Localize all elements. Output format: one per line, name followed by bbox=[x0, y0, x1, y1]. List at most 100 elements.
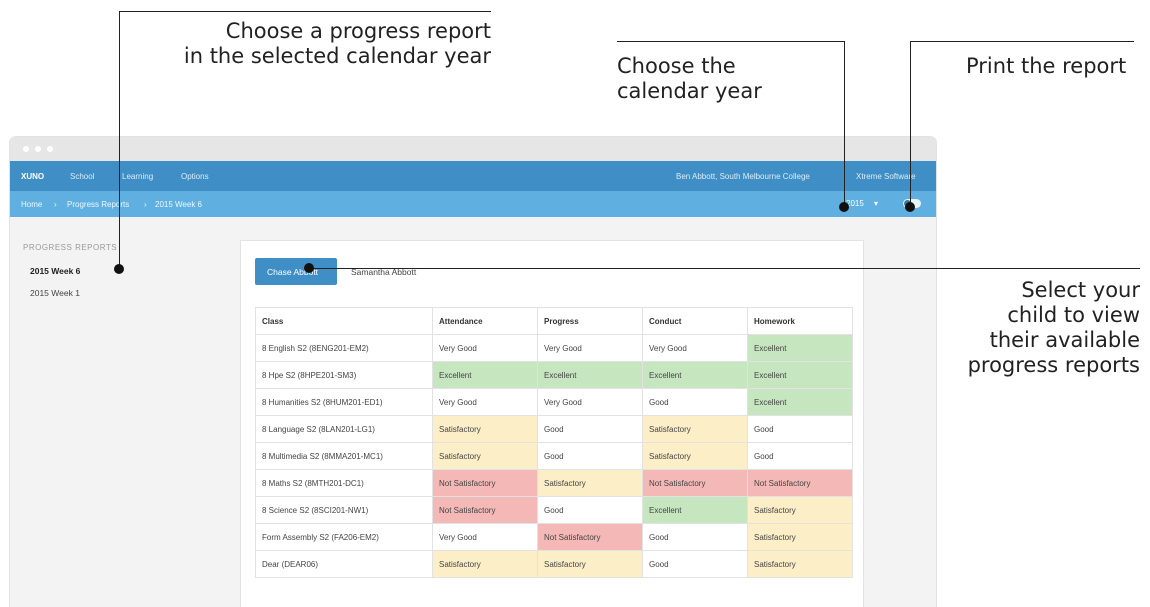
cell-progress: Very Good bbox=[537, 388, 643, 416]
breadcrumb-current: 2015 Week 6 bbox=[155, 200, 202, 209]
callout-progress-report: Choose a progress report in the selected… bbox=[175, 19, 491, 69]
breadcrumb-home[interactable]: Home bbox=[21, 200, 42, 209]
report-panel: Chase Abbott Samantha Abbott Class Atten… bbox=[240, 240, 864, 607]
nav-item-learning[interactable]: Learning bbox=[122, 172, 153, 181]
progress-table: Class Attendance Progress Conduct Homewo… bbox=[255, 307, 853, 578]
table-row: 8 Hpe S2 (8HPE201-SM3) Excellent Excellent… bbox=[255, 361, 853, 389]
window-dot-icon bbox=[47, 146, 53, 152]
cell-attendance: Not Satisfactory bbox=[432, 469, 538, 497]
sidebar-item-2015-week-6[interactable]: 2015 Week 6 bbox=[30, 266, 80, 276]
leader-line bbox=[844, 41, 845, 207]
vendor-link[interactable]: Xtreme Software bbox=[856, 172, 916, 181]
leader-line bbox=[617, 41, 844, 42]
nav-item-options[interactable]: Options bbox=[181, 172, 209, 181]
cell-class: 8 English S2 (8ENG201-EM2) bbox=[255, 334, 433, 362]
table-row: Form Assembly S2 (FA206-EM2) Very Good Not… bbox=[255, 523, 853, 551]
cell-progress: Good bbox=[537, 496, 643, 524]
cell-attendance: Very Good bbox=[432, 388, 538, 416]
pointer-dot-icon bbox=[304, 263, 314, 273]
breadcrumb-bar: Home › Progress Reports › 2015 Week 6 20… bbox=[10, 191, 936, 217]
cell-class: 8 Language S2 (8LAN201-LG1) bbox=[255, 415, 433, 443]
leader-line bbox=[910, 41, 1134, 42]
breadcrumb-separator: › bbox=[54, 200, 57, 209]
callout-line: their available bbox=[989, 328, 1140, 352]
cell-attendance: Satisfactory bbox=[432, 442, 538, 470]
cell-conduct: Excellent bbox=[642, 496, 748, 524]
callout-calendar-year: Choose the calendar year bbox=[617, 54, 762, 104]
cell-attendance: Not Satisfactory bbox=[432, 496, 538, 524]
cell-class: 8 Maths S2 (8MTH201-DC1) bbox=[255, 469, 433, 497]
col-header-attendance: Attendance bbox=[432, 307, 538, 335]
cell-homework: Satisfactory bbox=[747, 496, 853, 524]
table-row: 8 Multimedia S2 (8MMA201-MC1) Satisfactor… bbox=[255, 442, 853, 470]
table-row: 8 Maths S2 (8MTH201-DC1) Not Satisfactory… bbox=[255, 469, 853, 497]
leader-line bbox=[910, 41, 911, 207]
col-header-homework: Homework bbox=[747, 307, 853, 335]
cell-progress: Satisfactory bbox=[537, 469, 643, 497]
cell-class: 8 Hpe S2 (8HPE201-SM3) bbox=[255, 361, 433, 389]
top-navbar: XUNO School Learning Options Ben Abbott,… bbox=[10, 161, 936, 191]
leader-line bbox=[119, 11, 491, 12]
user-name[interactable]: Ben Abbott, South Melbourne College bbox=[676, 172, 810, 181]
table-row: 8 English S2 (8ENG201-EM2) Very Good Very … bbox=[255, 334, 853, 362]
callout-line: in the selected calendar year bbox=[183, 44, 491, 68]
cell-progress: Not Satisfactory bbox=[537, 523, 643, 551]
cell-conduct: Good bbox=[642, 523, 748, 551]
cell-attendance: Very Good bbox=[432, 523, 538, 551]
cell-conduct: Not Satisfactory bbox=[642, 469, 748, 497]
cell-conduct: Very Good bbox=[642, 334, 748, 362]
cell-homework: Excellent bbox=[747, 388, 853, 416]
sidebar-item-2015-week-1[interactable]: 2015 Week 1 bbox=[30, 288, 80, 298]
cell-conduct: Good bbox=[642, 388, 748, 416]
window-titlebar bbox=[10, 137, 936, 161]
cell-conduct: Satisfactory bbox=[642, 415, 748, 443]
cell-progress: Excellent bbox=[537, 361, 643, 389]
chevron-down-icon: ▾ bbox=[874, 199, 879, 208]
cell-attendance: Very Good bbox=[432, 334, 538, 362]
cell-progress: Satisfactory bbox=[537, 550, 643, 578]
cell-conduct: Good bbox=[642, 550, 748, 578]
col-header-class: Class bbox=[255, 307, 433, 335]
callout-print: Print the report bbox=[966, 54, 1126, 79]
window-dot-icon bbox=[23, 146, 29, 152]
window-dot-icon bbox=[35, 146, 41, 152]
cell-progress: Good bbox=[537, 415, 643, 443]
table-header-row: Class Attendance Progress Conduct Homewo… bbox=[255, 307, 853, 335]
cell-class: 8 Humanities S2 (8HUM201-ED1) bbox=[255, 388, 433, 416]
cell-attendance: Satisfactory bbox=[432, 415, 538, 443]
nav-item-school[interactable]: School bbox=[70, 172, 94, 181]
cell-class: 8 Multimedia S2 (8MMA201-MC1) bbox=[255, 442, 433, 470]
callout-line: Choose a progress report bbox=[225, 19, 491, 43]
pointer-dot-icon bbox=[905, 202, 915, 212]
cell-homework: Not Satisfactory bbox=[747, 469, 853, 497]
cell-class: Dear (DEAR06) bbox=[255, 550, 433, 578]
table-row: 8 Language S2 (8LAN201-LG1) Satisfactory G… bbox=[255, 415, 853, 443]
sidebar-heading: PROGRESS REPORTS bbox=[23, 243, 118, 252]
cell-homework: Excellent bbox=[747, 334, 853, 362]
cell-attendance: Excellent bbox=[432, 361, 538, 389]
leader-line bbox=[311, 268, 1140, 269]
cell-attendance: Satisfactory bbox=[432, 550, 538, 578]
tab-child-chase[interactable]: Chase Abbott bbox=[255, 258, 337, 285]
cell-conduct: Satisfactory bbox=[642, 442, 748, 470]
cell-conduct: Excellent bbox=[642, 361, 748, 389]
breadcrumb-separator: › bbox=[144, 200, 147, 209]
cell-homework: Satisfactory bbox=[747, 523, 853, 551]
year-select[interactable]: 2015 ▾ bbox=[846, 198, 888, 211]
brand-logo[interactable]: XUNO bbox=[21, 172, 44, 181]
cell-homework: Satisfactory bbox=[747, 550, 853, 578]
table-row: 8 Science S2 (8SCI201-NW1) Not Satisfacto… bbox=[255, 496, 853, 524]
cell-class: 8 Science S2 (8SCI201-NW1) bbox=[255, 496, 433, 524]
callout-line: child to view bbox=[1007, 303, 1140, 327]
callout-select-child: Select your child to view their availabl… bbox=[940, 278, 1140, 378]
callout-line: Select your bbox=[1021, 278, 1140, 302]
tab-child-samantha[interactable]: Samantha Abbott bbox=[351, 258, 441, 285]
pointer-dot-icon bbox=[114, 264, 124, 274]
cell-progress: Good bbox=[537, 442, 643, 470]
cell-homework: Good bbox=[747, 442, 853, 470]
table-row: Dear (DEAR06) Satisfactory Satisfactory Goo… bbox=[255, 550, 853, 578]
callout-line: Choose the bbox=[617, 54, 736, 78]
cell-class: Form Assembly S2 (FA206-EM2) bbox=[255, 523, 433, 551]
app-window: XUNO School Learning Options Ben Abbott,… bbox=[10, 137, 936, 607]
callout-line: progress reports bbox=[967, 353, 1140, 377]
